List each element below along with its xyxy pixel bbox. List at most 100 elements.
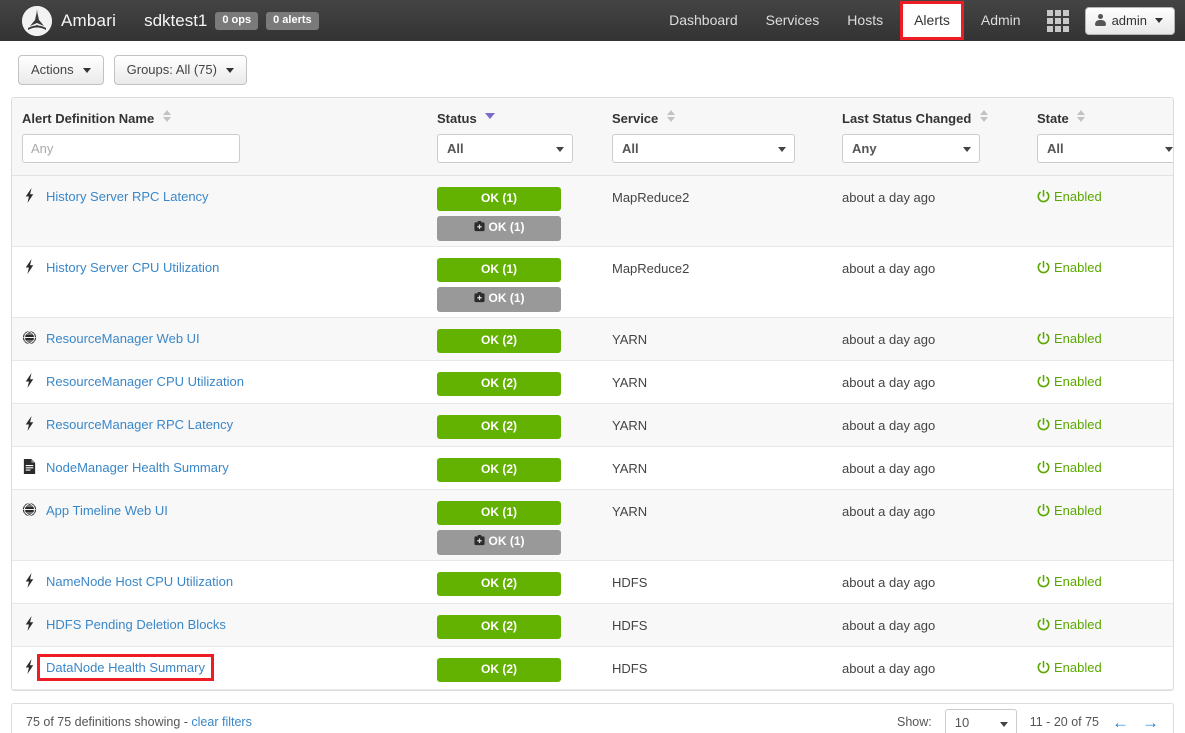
alerts-table-panel: Alert Definition Name Status All bbox=[11, 97, 1174, 692]
filter-select-state[interactable]: All bbox=[1037, 134, 1173, 164]
arrow-right-icon[interactable]: → bbox=[1142, 714, 1159, 731]
apps-grid-icon[interactable] bbox=[1046, 9, 1069, 32]
sort-toggle-status[interactable] bbox=[485, 109, 496, 122]
status-badge[interactable]: OK (1) bbox=[437, 530, 561, 555]
filter-select-changed[interactable]: Any bbox=[842, 134, 980, 164]
last-changed-text: about a day ago bbox=[842, 190, 936, 206]
cell-last-status-changed: about a day ago bbox=[832, 175, 1027, 248]
table-row: ResourceManager Web UI OK (2) YARN about a … bbox=[12, 317, 1173, 362]
status-badge[interactable]: OK (1) bbox=[437, 216, 561, 241]
user-menu-button[interactable]: admin bbox=[1084, 6, 1175, 35]
status-badge[interactable]: OK (1) bbox=[437, 501, 561, 526]
service-name: HDFS bbox=[612, 618, 648, 634]
alert-definition-link[interactable]: DataNode Health Summary bbox=[46, 660, 205, 675]
column-header-status: Status All bbox=[427, 98, 602, 177]
alerts-count-badge[interactable]: 0 alerts bbox=[266, 11, 319, 30]
chevron-down-icon bbox=[1155, 17, 1163, 23]
page-size-value: 10 bbox=[954, 714, 970, 730]
status-badge[interactable]: OK (1) bbox=[437, 187, 561, 212]
state-label: Enabled bbox=[1054, 260, 1102, 276]
column-label-state: State bbox=[1037, 111, 1069, 127]
alert-definition-link[interactable]: NameNode Host CPU Utilization bbox=[46, 574, 233, 589]
cluster-name[interactable]: sdktest1 bbox=[144, 11, 207, 31]
sort-toggle-service[interactable] bbox=[666, 109, 676, 123]
status-badge[interactable]: OK (1) bbox=[437, 258, 561, 283]
globe-icon bbox=[22, 503, 37, 517]
cell-service: HDFS bbox=[602, 646, 832, 691]
nav-link-admin[interactable]: Admin bbox=[967, 0, 1035, 41]
groups-filter-button[interactable]: Groups: All (75) bbox=[113, 55, 247, 86]
table-row: History Server CPU Utilization OK (1) OK (… bbox=[12, 246, 1173, 319]
cell-last-status-changed: about a day ago bbox=[832, 560, 1027, 605]
status-badge[interactable]: OK (2) bbox=[437, 615, 561, 640]
lightning-bolt-icon bbox=[22, 416, 37, 432]
ambari-logo-icon[interactable] bbox=[22, 5, 52, 36]
filter-select-status[interactable]: All bbox=[437, 134, 573, 164]
ops-count-badge[interactable]: 0 ops bbox=[215, 11, 259, 30]
status-badge[interactable]: OK (2) bbox=[437, 329, 561, 354]
cell-service: HDFS bbox=[602, 560, 832, 605]
chevron-down-icon bbox=[556, 147, 564, 153]
arrow-left-icon[interactable]: ← bbox=[1112, 714, 1129, 731]
cell-service: YARN bbox=[602, 489, 832, 562]
cell-alert-name: ResourceManager RPC Latency bbox=[12, 403, 427, 448]
clear-filters-link[interactable]: clear filters bbox=[191, 715, 251, 729]
last-changed-text: about a day ago bbox=[842, 332, 936, 348]
nav-link-services[interactable]: Services bbox=[752, 0, 834, 41]
sort-toggle-changed[interactable] bbox=[979, 109, 989, 123]
status-badge[interactable]: OK (2) bbox=[437, 658, 561, 683]
service-name: HDFS bbox=[612, 661, 648, 677]
lightning-bolt-icon bbox=[22, 188, 37, 204]
brand-group: Ambari sdktest1 0 ops 0 alerts bbox=[0, 5, 319, 36]
nav-link-hosts[interactable]: Hosts bbox=[833, 0, 897, 41]
cell-last-status-changed: about a day ago bbox=[832, 489, 1027, 562]
table-body: History Server RPC Latency OK (1) OK (1) Ma… bbox=[12, 175, 1173, 691]
last-changed-text: about a day ago bbox=[842, 575, 936, 591]
brand-name[interactable]: Ambari bbox=[61, 11, 116, 31]
cell-alert-name: History Server RPC Latency bbox=[12, 175, 427, 248]
status-badge[interactable]: OK (2) bbox=[437, 572, 561, 597]
state-label: Enabled bbox=[1054, 189, 1102, 205]
cell-service: MapReduce2 bbox=[602, 246, 832, 319]
alert-definition-link[interactable]: HDFS Pending Deletion Blocks bbox=[46, 617, 226, 632]
filter-select-state-value: All bbox=[1047, 141, 1064, 157]
cell-status: OK (1) OK (1) bbox=[427, 489, 602, 562]
status-badge[interactable]: OK (2) bbox=[437, 458, 561, 483]
alert-definition-link[interactable]: NodeManager Health Summary bbox=[46, 460, 229, 475]
cell-alert-name: DataNode Health Summary bbox=[12, 646, 427, 691]
state-label: Enabled bbox=[1054, 417, 1102, 433]
status-badge[interactable]: OK (1) bbox=[437, 287, 561, 312]
cell-alert-name: ResourceManager CPU Utilization bbox=[12, 360, 427, 405]
chevron-down-icon bbox=[999, 721, 1008, 727]
cell-alert-name: App Timeline Web UI bbox=[12, 489, 427, 562]
chevron-down-icon bbox=[778, 147, 786, 153]
nav-link-dashboard[interactable]: Dashboard bbox=[655, 0, 752, 41]
alert-definition-link[interactable]: ResourceManager RPC Latency bbox=[46, 417, 233, 432]
alert-definition-link[interactable]: App Timeline Web UI bbox=[46, 503, 168, 518]
filter-select-service[interactable]: All bbox=[612, 134, 795, 164]
alert-definition-link[interactable]: History Server CPU Utilization bbox=[46, 260, 219, 275]
top-navbar: Ambari sdktest1 0 ops 0 alerts Dashboard… bbox=[0, 0, 1185, 41]
sort-toggle-name[interactable] bbox=[162, 109, 172, 123]
alert-definition-link[interactable]: History Server RPC Latency bbox=[46, 189, 209, 204]
mute-icon bbox=[473, 220, 489, 234]
definitions-count-text: 75 of 75 definitions showing - bbox=[26, 715, 188, 730]
power-icon bbox=[1037, 617, 1054, 632]
sort-toggle-state[interactable] bbox=[1077, 109, 1086, 123]
status-badge[interactable]: OK (2) bbox=[437, 415, 561, 440]
status-badge[interactable]: OK (2) bbox=[437, 372, 561, 397]
last-changed-text: about a day ago bbox=[842, 375, 936, 391]
page-size-select[interactable]: 10 bbox=[944, 708, 1017, 733]
alert-definition-link[interactable]: ResourceManager CPU Utilization bbox=[46, 374, 244, 389]
alert-definition-link[interactable]: ResourceManager Web UI bbox=[46, 331, 200, 346]
cell-last-status-changed: about a day ago bbox=[832, 246, 1027, 319]
column-label-changed: Last Status Changed bbox=[842, 111, 972, 127]
lightning-bolt-icon bbox=[22, 259, 37, 275]
cell-status: OK (2) bbox=[427, 560, 602, 605]
filter-wrap-status: All bbox=[437, 134, 592, 166]
column-header-state: State All bbox=[1027, 98, 1173, 177]
filter-input-name[interactable] bbox=[22, 134, 240, 164]
actions-button[interactable]: Actions bbox=[18, 55, 104, 86]
nav-link-alerts[interactable]: Alerts bbox=[903, 4, 961, 37]
filter-select-changed-value: Any bbox=[852, 141, 877, 157]
